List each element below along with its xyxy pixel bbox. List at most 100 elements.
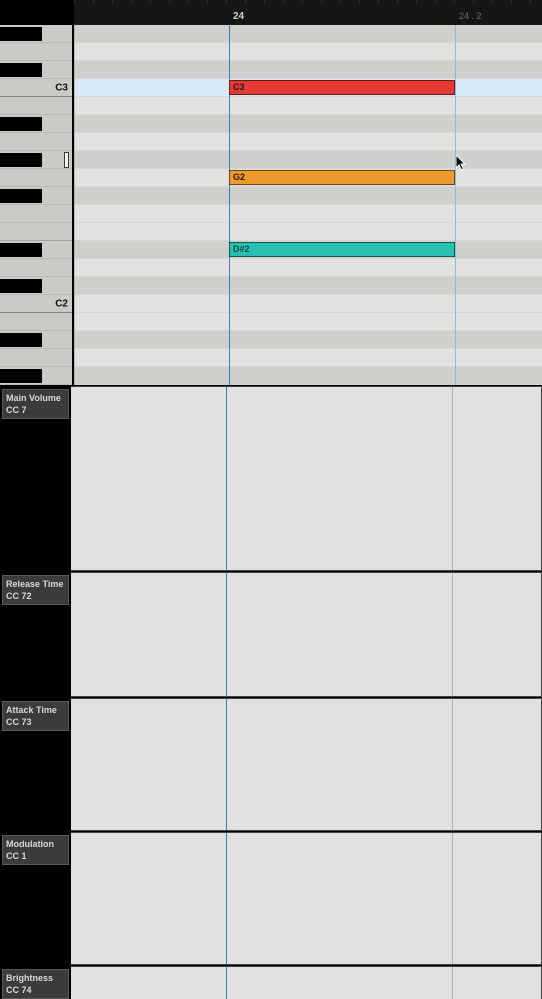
cc-lane-body[interactable] bbox=[71, 386, 542, 571]
cc-lane-name: Main Volume bbox=[6, 392, 65, 404]
note-grid[interactable]: C3 G2 D#2 bbox=[74, 25, 542, 385]
piano-black-key[interactable] bbox=[0, 243, 42, 257]
cc-lane: Release TimeCC 72 bbox=[0, 571, 542, 697]
grid-row[interactable] bbox=[74, 313, 542, 331]
ruler-tick bbox=[340, 0, 341, 4]
ruler-tick bbox=[93, 0, 94, 4]
midi-note-label: D#2 bbox=[233, 244, 250, 254]
grid-row[interactable] bbox=[74, 223, 542, 241]
playhead[interactable] bbox=[226, 387, 227, 570]
grid-row[interactable] bbox=[74, 295, 542, 313]
beat-line bbox=[452, 699, 453, 830]
ruler-tick bbox=[226, 0, 227, 4]
cc-lane-name: Attack Time bbox=[6, 704, 65, 716]
grid-row[interactable] bbox=[74, 187, 542, 205]
grid-row[interactable] bbox=[74, 205, 542, 223]
cc-lane-cc-number: CC 73 bbox=[6, 716, 65, 728]
ruler-tick bbox=[302, 0, 303, 4]
piano-black-key[interactable] bbox=[0, 63, 42, 77]
piano-black-key[interactable] bbox=[0, 153, 42, 167]
grid-row[interactable] bbox=[74, 349, 542, 367]
piano-key-label: C3 bbox=[55, 82, 68, 93]
cc-lane: BrightnessCC 74 bbox=[0, 965, 542, 999]
cc-lane-body[interactable] bbox=[71, 572, 542, 697]
cc-lanes-container: Main VolumeCC 7Release TimeCC 72Attack T… bbox=[0, 385, 542, 999]
piano-key[interactable] bbox=[0, 169, 72, 187]
grid-row[interactable] bbox=[74, 151, 542, 169]
timeline-ruler[interactable]: 24 24 . 2 bbox=[74, 0, 542, 25]
grid-row[interactable] bbox=[74, 43, 542, 61]
cc-lane-cc-number: CC 72 bbox=[6, 590, 65, 602]
cc-lane-cc-number: CC 74 bbox=[6, 984, 65, 996]
ruler-tick bbox=[397, 0, 398, 4]
piano-key[interactable] bbox=[0, 259, 72, 277]
grid-barline bbox=[74, 25, 75, 385]
beat-line bbox=[452, 573, 453, 696]
piano-black-key[interactable] bbox=[0, 189, 42, 203]
grid-row[interactable] bbox=[74, 61, 542, 79]
cursor-arrow-icon bbox=[456, 155, 468, 173]
playhead[interactable] bbox=[226, 699, 227, 830]
piano-key[interactable] bbox=[0, 205, 72, 223]
midi-note-label: G2 bbox=[233, 172, 245, 182]
ruler-tick bbox=[473, 0, 474, 4]
ruler-tick bbox=[454, 0, 455, 4]
piano-key[interactable]: C3 bbox=[0, 79, 72, 97]
ruler-tick bbox=[74, 0, 75, 4]
cc-lane-header[interactable]: Release TimeCC 72 bbox=[0, 572, 71, 697]
ruler-tick bbox=[511, 0, 512, 4]
cc-lane-body[interactable] bbox=[71, 698, 542, 831]
grid-row[interactable] bbox=[74, 133, 542, 151]
ruler-tick bbox=[359, 0, 360, 4]
playhead[interactable] bbox=[229, 25, 230, 385]
midi-note-label: C3 bbox=[233, 82, 245, 92]
grid-row[interactable] bbox=[74, 331, 542, 349]
grid-row[interactable] bbox=[74, 115, 542, 133]
piano-black-key[interactable] bbox=[0, 279, 42, 293]
cc-lane-header[interactable]: Main VolumeCC 7 bbox=[0, 386, 71, 571]
piano-black-key[interactable] bbox=[0, 369, 42, 383]
cc-lane-header[interactable]: Attack TimeCC 73 bbox=[0, 698, 71, 831]
grid-row[interactable] bbox=[74, 367, 542, 385]
ruler-tick bbox=[378, 0, 379, 4]
ruler-tick bbox=[207, 0, 208, 4]
grid-row[interactable] bbox=[74, 97, 542, 115]
ruler-tick bbox=[188, 0, 189, 4]
ruler-beat-label: 24 . 2 bbox=[459, 11, 482, 21]
ruler-bar-label: 24 bbox=[233, 11, 244, 22]
piano-key[interactable] bbox=[0, 349, 72, 367]
midi-note[interactable]: D#2 bbox=[229, 242, 455, 257]
cc-lane-header[interactable]: BrightnessCC 74 bbox=[0, 966, 71, 999]
piano-key-label: C2 bbox=[55, 298, 68, 309]
piano-key[interactable] bbox=[0, 97, 72, 115]
grid-row[interactable] bbox=[74, 259, 542, 277]
piano-key[interactable] bbox=[0, 43, 72, 61]
playhead[interactable] bbox=[226, 967, 227, 999]
piano-key[interactable] bbox=[0, 313, 72, 331]
piano-key[interactable] bbox=[0, 133, 72, 151]
cc-lane-header[interactable]: ModulationCC 1 bbox=[0, 832, 71, 965]
cc-lane: ModulationCC 1 bbox=[0, 831, 542, 965]
piano-keyboard[interactable]: C3 C2 bbox=[0, 25, 72, 385]
cc-lane-cc-number: CC 7 bbox=[6, 404, 65, 416]
midi-note[interactable]: G2 bbox=[229, 170, 455, 185]
piano-black-key[interactable] bbox=[0, 117, 42, 131]
cc-lane: Attack TimeCC 73 bbox=[0, 697, 542, 831]
piano-black-key[interactable] bbox=[0, 27, 42, 41]
playhead[interactable] bbox=[226, 833, 227, 964]
piano-key[interactable]: C2 bbox=[0, 295, 72, 313]
piano-key[interactable] bbox=[0, 223, 72, 241]
cc-lane-body[interactable] bbox=[71, 832, 542, 965]
piano-black-key[interactable] bbox=[0, 333, 42, 347]
grid-row[interactable] bbox=[74, 277, 542, 295]
ruler-tick bbox=[131, 0, 132, 4]
key-edit-marker[interactable] bbox=[64, 152, 69, 168]
cc-lane-name: Brightness bbox=[6, 972, 65, 984]
ruler-tick bbox=[264, 0, 265, 4]
midi-note[interactable]: C3 bbox=[229, 80, 455, 95]
ruler-tick bbox=[112, 0, 113, 4]
playhead[interactable] bbox=[226, 573, 227, 696]
grid-row[interactable] bbox=[74, 25, 542, 43]
cc-lane-body[interactable] bbox=[71, 966, 542, 999]
beat-line bbox=[455, 25, 456, 385]
